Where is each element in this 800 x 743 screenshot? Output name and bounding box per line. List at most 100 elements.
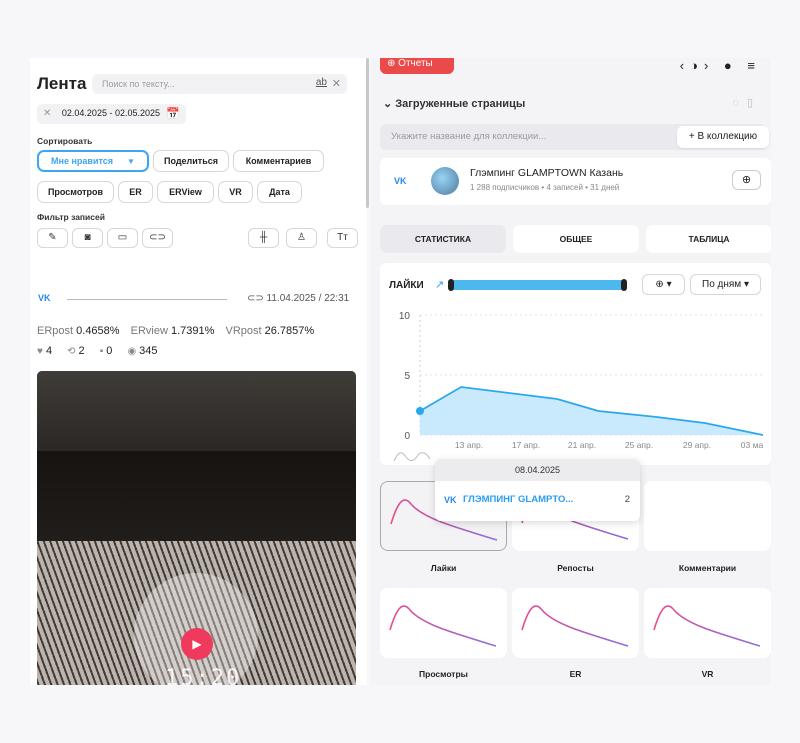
chart-point[interactable] (416, 407, 424, 415)
tab-statistics[interactable]: СТАТИСТИКА (380, 225, 506, 253)
vk-icon: VK (444, 495, 457, 505)
mini-chart-vr[interactable] (644, 588, 771, 658)
sort-shares-button[interactable]: Поделиться (153, 150, 229, 172)
sort-date-button[interactable]: Дата (257, 181, 302, 203)
sort-views-button[interactable]: Просмотров (37, 181, 114, 203)
mini-chart-er[interactable] (512, 588, 639, 658)
comments-count: 0 (106, 345, 113, 357)
mini-label-views: Просмотры (419, 669, 468, 679)
er-post-label: ERpost (37, 325, 74, 337)
play-icon[interactable]: ▶ (181, 628, 213, 660)
filter-label: Фильтр записей (37, 212, 105, 222)
video-icon[interactable]: ▭ (107, 228, 138, 248)
x-tick-label: 21 апр. (568, 440, 596, 450)
sort-likes-button[interactable]: Мне нравится ▼ (37, 150, 149, 172)
hide-icon[interactable]: ◌ (732, 97, 747, 109)
clear-date-icon[interactable]: ✕ (43, 108, 51, 119)
trash-icon[interactable]: ▯ (747, 97, 761, 109)
filter-grid-icon[interactable]: ╫ (248, 228, 279, 248)
sort-vr-button[interactable]: VR (218, 181, 253, 203)
feed-title: Лента (37, 74, 87, 93)
mini-label-vr: VR (701, 669, 714, 679)
collection-placeholder: Укажите название для коллекции... (391, 131, 547, 142)
likes-count: 4 (45, 345, 53, 357)
x-tick-label: 29 апр. (683, 440, 711, 450)
stats-panel: ⊕ Отчеты ‹◑› ● ≡ ⌄ Загруженные страницы … (371, 58, 771, 685)
pencil-icon[interactable]: ✎ (37, 228, 68, 248)
mini-label-comments: Комментарии (678, 563, 737, 573)
vr-post-value: 26.7857% (264, 325, 315, 337)
download-icon[interactable]: ⊕ (732, 170, 761, 190)
sort-erview-button[interactable]: ERView (157, 181, 214, 203)
y-tick-label: 0 (404, 431, 410, 442)
top-toolbar: ‹◑› ● ≡ (680, 58, 761, 73)
range-handle-right[interactable] (621, 279, 627, 291)
mini-chart-views[interactable] (380, 588, 507, 658)
likes-chart-card: ЛАЙКИ ↗ ⊕ ▾ По дням ▾ 10 5 0 13 апр. 17 апр… (380, 263, 771, 465)
tab-general[interactable]: ОБЩЕЕ (513, 225, 639, 253)
x-tick-label: 03 ма (741, 440, 764, 450)
views-count: 345 (139, 345, 158, 357)
mini-label-likes: Лайки (430, 563, 457, 573)
sort-likes-label: Мне нравится (51, 156, 114, 166)
tab-table[interactable]: ТАБЛИЦА (646, 225, 771, 253)
vk-icon: VK (38, 293, 51, 303)
x-tick-label: 17 апр. (512, 440, 540, 450)
sort-label: Сортировать (37, 136, 93, 146)
menu-icon[interactable]: ≡ (747, 58, 761, 73)
camera-icon[interactable]: ◙ (72, 228, 103, 248)
link-icon: ⊂⊃ (247, 293, 267, 304)
text-size-icon[interactable]: Tт (327, 228, 358, 248)
contrast-icon[interactable]: ◑ (690, 58, 704, 73)
er-view-value: 1.7391% (171, 325, 215, 337)
calendar-icon[interactable]: 📅 (166, 107, 180, 120)
chart-tooltip: 08.04.2025 VK ГЛЭМПИНГ GLAMPTO... 2 (435, 459, 640, 521)
chart-download-button[interactable]: ⊕ ▾ (642, 274, 685, 295)
sort-comments-button[interactable]: Комментариев (233, 150, 324, 172)
post-metrics: ERpost 0.4658% ERview 1.7391% VRpost 26.… (37, 325, 322, 337)
comment-icon: ▪ (99, 346, 104, 357)
eye-icon: ◉ (127, 346, 137, 357)
feed-scrollbar[interactable] (366, 58, 369, 208)
repost-icon: ⟲ (67, 346, 76, 357)
external-link-icon[interactable]: ↗ (435, 278, 444, 291)
page-card[interactable]: VK Глэмпинг GLAMPTOWN Казань 1 288 подпи… (380, 158, 771, 205)
tooltip-page-name: ГЛЭМПИНГ GLAMPTO... (463, 494, 574, 505)
page-meta: 1 288 подписчиков • 4 записей • 31 дней (470, 183, 620, 192)
search-placeholder: Поиск по тексту... (102, 79, 175, 89)
tooltip-value: 2 (624, 494, 630, 505)
mini-chart-comments[interactable] (644, 481, 771, 551)
reports-button[interactable]: ⊕ Отчеты (380, 58, 454, 74)
date-range-chip[interactable]: ✕ 02.04.2025 - 02.05.2025 📅 (37, 104, 186, 124)
reports-label: Отчеты (398, 58, 433, 69)
chevron-down-icon: ▼ (127, 157, 135, 166)
add-to-collection-button[interactable]: + В коллекцию (677, 126, 769, 148)
profile-icon[interactable]: ● (724, 58, 738, 73)
case-toggle-icon[interactable]: ab (316, 77, 327, 88)
period-select[interactable]: По дням ▾ (690, 274, 761, 295)
search-input[interactable]: Поиск по тексту... ab ✕ (92, 74, 347, 94)
period-select-label: По дням (702, 279, 742, 290)
page-name: Глэмпинг GLAMPTOWN Казань (470, 167, 624, 179)
range-handle-left[interactable] (448, 279, 454, 291)
link-icon[interactable]: ⊂⊃ (142, 228, 173, 248)
range-slider[interactable] (448, 279, 627, 291)
post-video[interactable]: ▶ 15:20 (37, 371, 356, 685)
sort-er-button[interactable]: ER (118, 181, 153, 203)
next-icon[interactable]: › (704, 58, 714, 73)
x-tick-label: 13 апр. (455, 440, 483, 450)
loaded-pages-actions: ◌▯ (732, 96, 761, 109)
clear-search-icon[interactable]: ✕ (332, 77, 341, 90)
y-tick-label: 10 (399, 311, 411, 322)
mini-label-er: ER (569, 669, 582, 679)
post-counts: ♥ 4 ⟲ 2 ▪ 0 ◉ 345 (37, 345, 170, 357)
sparkline (389, 605, 497, 647)
user-icon[interactable]: ♙ (286, 228, 317, 248)
post-date-text: 11.04.2025 / 22:31 (266, 293, 350, 304)
loaded-pages-title[interactable]: ⌄ Загруженные страницы (383, 97, 525, 110)
er-post-value: 0.4658% (76, 325, 120, 337)
prev-icon[interactable]: ‹ (680, 58, 690, 73)
post-date[interactable]: ⊂⊃ 11.04.2025 / 22:31 (247, 293, 349, 304)
download-icon: ⊕ (387, 58, 399, 69)
video-time: 15:20 (165, 666, 242, 685)
